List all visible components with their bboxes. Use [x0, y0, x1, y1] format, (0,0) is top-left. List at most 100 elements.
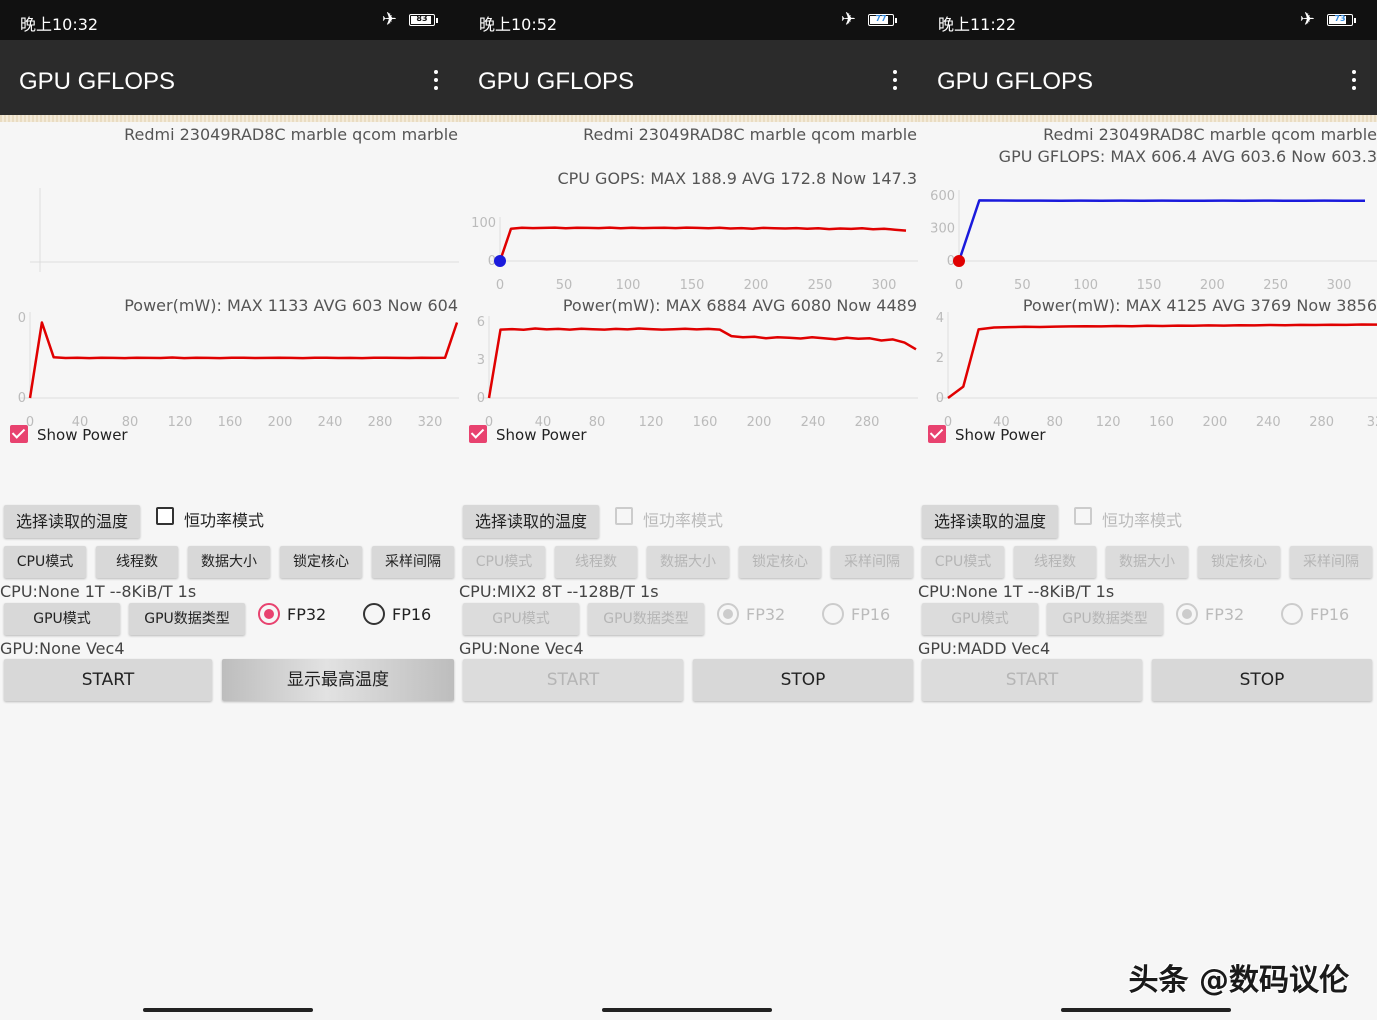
select-temperature-button[interactable]: 选择读取的温度: [463, 505, 599, 538]
stop-button[interactable]: STOP: [693, 659, 913, 701]
lock-core-button[interactable]: 锁定核心: [280, 546, 362, 578]
x-tick-label: 120: [1096, 415, 1121, 430]
data-size-button[interactable]: 数据大小: [188, 546, 270, 578]
constant-power-checkbox[interactable]: [1074, 507, 1092, 525]
thread-count-button[interactable]: 线程数: [96, 546, 178, 578]
app-bar: GPU GFLOPS: [0, 40, 459, 115]
data-size-button[interactable]: 数据大小: [647, 546, 729, 578]
airplane-icon: ✈: [381, 9, 397, 30]
cpu-mode-button[interactable]: CPU模式: [4, 546, 86, 578]
cpu-mode-button[interactable]: CPU模式: [463, 546, 545, 578]
perf-label: GPU GFLOPS: MAX 606.4 AVG 603.6 Now 603.…: [998, 147, 1377, 166]
sample-interval-button[interactable]: 采样间隔: [372, 546, 454, 578]
header-divider: [0, 115, 459, 122]
y-tick-label: 0: [936, 391, 944, 406]
app-title: GPU GFLOPS: [937, 68, 1094, 95]
status-time: 晚上10:52: [479, 15, 558, 34]
lock-core-button[interactable]: 锁定核心: [1198, 546, 1280, 578]
cpu-info: CPU:MIX2 8T --128B/T 1s: [459, 582, 659, 601]
fp16-radio[interactable]: [1281, 603, 1303, 625]
gpu-mode-button[interactable]: GPU模式: [463, 603, 579, 635]
x-tick-label: 280: [855, 415, 880, 430]
status-bar: 晚上11:22 ✈ 73: [918, 0, 1377, 40]
status-time: 晚上10:32: [20, 15, 99, 34]
fp16-label: FP16: [1310, 605, 1350, 624]
y-tick-label: 0: [18, 391, 26, 406]
start-button[interactable]: START: [922, 659, 1142, 701]
start-button[interactable]: START: [463, 659, 683, 701]
thread-count-button[interactable]: 线程数: [555, 546, 637, 578]
y-tick-label: 2: [936, 351, 944, 366]
fp32-radio[interactable]: [1176, 603, 1198, 625]
series-line: [498, 226, 907, 262]
phone-screen-1: 晚上10:32 ✈ 83 GPU GFLOPS Redmi 23049RAD8C…: [0, 0, 459, 1020]
airplane-icon: ✈: [1299, 9, 1315, 30]
y-tick-label: 300: [930, 222, 955, 237]
y-tick-label: 3: [477, 353, 485, 368]
x-tick-label: 160: [1149, 415, 1174, 430]
gpu-data-type-button[interactable]: GPU数据类型: [588, 603, 704, 635]
series-line: [487, 327, 917, 399]
fp16-label: FP16: [392, 605, 432, 624]
app-title: GPU GFLOPS: [19, 68, 176, 95]
device-info: Redmi 23049RAD8C marble qcom marble: [124, 125, 458, 144]
y-tick-label: 0: [18, 311, 26, 326]
airplane-icon: ✈: [840, 9, 856, 30]
fp32-radio[interactable]: [717, 603, 739, 625]
more-options-icon[interactable]: [1351, 70, 1357, 90]
gpu-data-type-button[interactable]: GPU数据类型: [1047, 603, 1163, 635]
data-size-button[interactable]: 数据大小: [1106, 546, 1188, 578]
gpu-data-type-button[interactable]: GPU数据类型: [129, 603, 245, 635]
show-power-checkbox[interactable]: [10, 425, 28, 443]
stop-button[interactable]: STOP: [1152, 659, 1372, 701]
home-indicator[interactable]: [1061, 1008, 1231, 1012]
constant-power-checkbox[interactable]: [156, 507, 174, 525]
x-tick-label: 280: [368, 415, 393, 430]
constant-power-label: 恒功率模式: [184, 511, 265, 530]
start-point: [494, 255, 506, 267]
select-temperature-button[interactable]: 选择读取的温度: [4, 505, 140, 538]
fp32-radio[interactable]: [258, 603, 280, 625]
fp32-label: FP32: [1205, 605, 1245, 624]
show-power-label: Show Power: [37, 426, 128, 444]
show-power-label: Show Power: [496, 426, 587, 444]
home-indicator[interactable]: [143, 1008, 313, 1012]
show-max-temperature-button[interactable]: 显示最高温度: [222, 659, 454, 701]
x-tick-label: 250: [808, 278, 833, 293]
start-point: [953, 255, 965, 267]
watermark: 头条 @数码议伦: [1128, 963, 1349, 998]
more-options-icon[interactable]: [892, 70, 898, 90]
constant-power-checkbox[interactable]: [615, 507, 633, 525]
gpu-mode-button[interactable]: GPU模式: [922, 603, 1038, 635]
fp16-radio[interactable]: [822, 603, 844, 625]
cpu-mode-button[interactable]: CPU模式: [922, 546, 1004, 578]
lock-core-button[interactable]: 锁定核心: [739, 546, 821, 578]
start-button[interactable]: START: [4, 659, 212, 701]
show-power-label: Show Power: [955, 426, 1046, 444]
x-tick-label: 240: [318, 415, 343, 430]
x-tick-label: 200: [747, 415, 772, 430]
x-tick-label: 250: [1263, 278, 1288, 293]
x-tick-label: 280: [1309, 415, 1334, 430]
header-divider: [918, 115, 1377, 122]
power-chart: 6300 40 80 120 160 200 240 280: [477, 315, 918, 430]
show-power-checkbox[interactable]: [928, 425, 946, 443]
cpu-gops-chart: 10000 50 100 150 200 250 300: [471, 216, 918, 293]
sample-interval-button[interactable]: 采样间隔: [831, 546, 913, 578]
x-tick-label: 100: [1073, 278, 1098, 293]
cpu-info: CPU:None 1T --8KiB/T 1s: [918, 582, 1115, 601]
sample-interval-button[interactable]: 采样间隔: [1290, 546, 1372, 578]
more-options-icon[interactable]: [433, 70, 439, 90]
x-tick-label: 240: [1256, 415, 1281, 430]
x-tick-label: 200: [744, 278, 769, 293]
app-bar: GPU GFLOPS: [459, 40, 918, 115]
gpu-info: GPU:None Vec4: [0, 639, 125, 658]
select-temperature-button[interactable]: 选择读取的温度: [922, 505, 1058, 538]
x-tick-label: 32: [1367, 415, 1377, 430]
status-bar: 晚上10:52 ✈ 77: [459, 0, 918, 40]
thread-count-button[interactable]: 线程数: [1014, 546, 1096, 578]
fp16-radio[interactable]: [363, 603, 385, 625]
gpu-mode-button[interactable]: GPU模式: [4, 603, 120, 635]
home-indicator[interactable]: [602, 1008, 772, 1012]
show-power-checkbox[interactable]: [469, 425, 487, 443]
